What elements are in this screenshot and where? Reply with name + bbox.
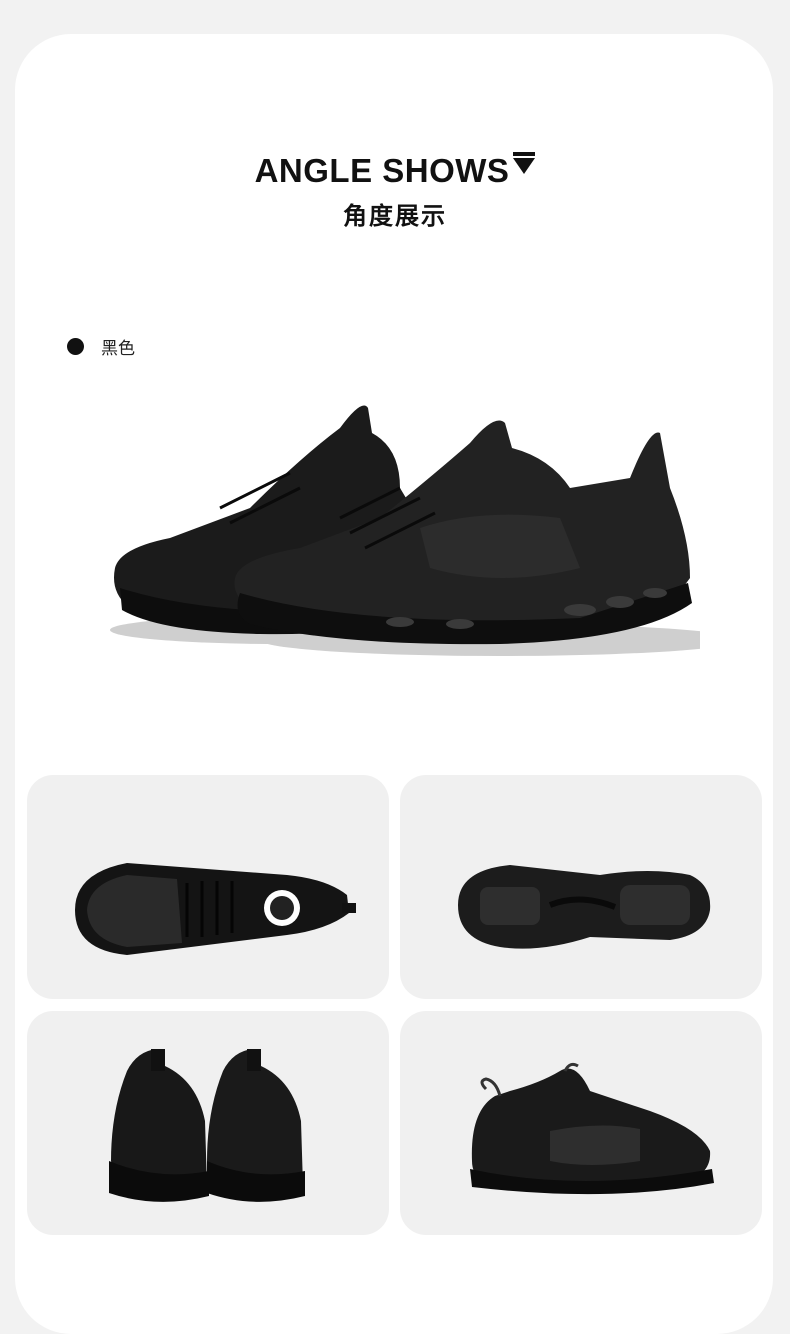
sole-view-tile[interactable] [400,775,762,999]
side-view-tile[interactable] [400,1011,762,1235]
back-view-tile[interactable] [27,1011,389,1235]
color-option-label: 黑色 [101,339,135,358]
section-title: ANGLE SHOWS [0,152,790,190]
color-swatch [67,338,84,355]
shoe-top-image [75,863,356,955]
shoe-sole-image [458,865,711,949]
shoe-back-image [109,1049,305,1202]
top-view-tile[interactable] [27,775,389,999]
section-title-text: ANGLE SHOWS [254,152,510,189]
section-subtitle: 角度展示 [343,203,447,230]
shoe-pair-side-image [110,405,700,656]
color-option[interactable]: 黑色 [67,334,135,359]
shoe-side-image [470,1062,714,1195]
down-arrow-icon [513,152,536,174]
